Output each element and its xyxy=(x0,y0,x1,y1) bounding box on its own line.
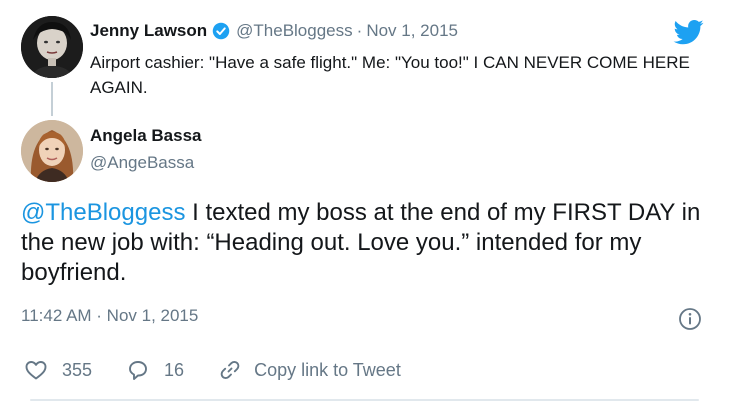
mention-link[interactable]: @TheBloggess xyxy=(21,199,185,226)
tweet-timestamp[interactable]: 11:42 AM · Nov 1, 2015 xyxy=(21,305,198,327)
header-separator: · xyxy=(356,21,363,40)
copy-link-button[interactable]: Copy link to Tweet xyxy=(218,358,401,382)
parent-author-handle[interactable]: @TheBloggess xyxy=(236,20,353,42)
verified-badge-icon xyxy=(212,22,230,40)
jenny-lawson-avatar[interactable] xyxy=(21,16,83,78)
heart-icon xyxy=(25,361,47,380)
copy-link-label: Copy link to Tweet xyxy=(254,359,401,380)
embedded-tweet-card: Jenny Lawson @TheBloggess · Nov 1, 2015 … xyxy=(0,0,729,401)
link-icon xyxy=(220,360,240,380)
angela-bassa-avatar[interactable] xyxy=(21,120,83,182)
info-icon[interactable] xyxy=(678,307,702,331)
parent-author-name[interactable]: Jenny Lawson xyxy=(90,20,207,42)
parent-tweet-date[interactable]: Nov 1, 2015 xyxy=(366,20,458,42)
parent-tweet-header: Jenny Lawson @TheBloggess · Nov 1, 2015 xyxy=(90,20,458,42)
reply-author-name[interactable]: Angela Bassa xyxy=(90,126,202,146)
reply-button[interactable]: 16 xyxy=(126,358,184,382)
twitter-bird-icon[interactable] xyxy=(672,17,706,47)
reply-count: 16 xyxy=(164,359,185,380)
reply-bubble-icon xyxy=(129,361,147,380)
like-button[interactable]: 355 xyxy=(24,358,92,382)
thread-connector-line xyxy=(51,82,53,116)
reply-tweet-text: @TheBloggess I texted my boss at the end… xyxy=(21,198,701,288)
reply-author-handle[interactable]: @AngeBassa xyxy=(90,153,194,173)
parent-tweet-text: Airport cashier: "Have a safe flight." M… xyxy=(90,53,690,97)
tweet-actions-bar: 355 16 Copy link to Tweet xyxy=(24,358,435,382)
like-count: 355 xyxy=(62,359,93,380)
